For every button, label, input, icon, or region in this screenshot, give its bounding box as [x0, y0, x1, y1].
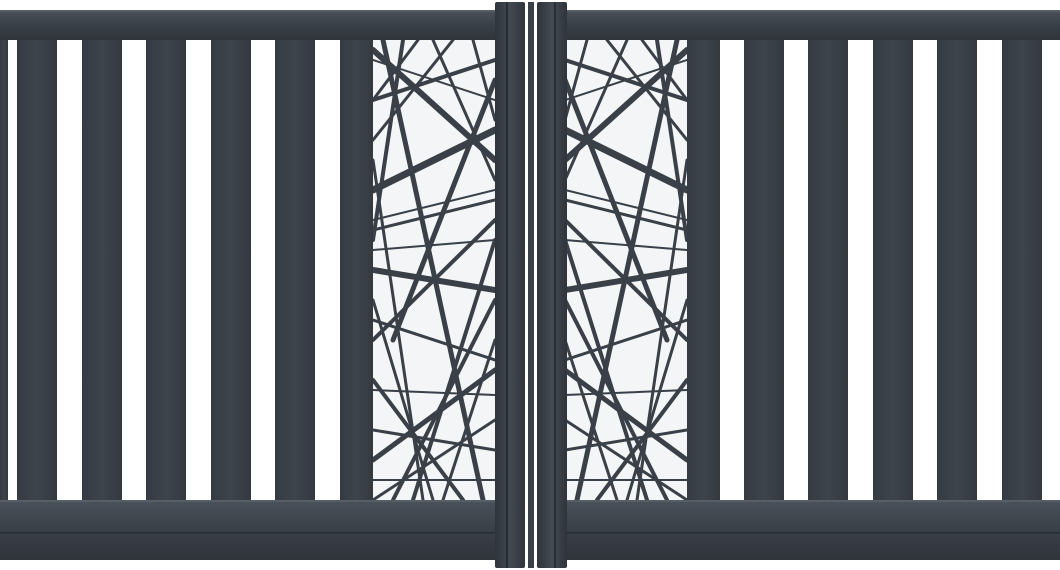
- left-slat: [17, 38, 57, 500]
- center-posts: [495, 2, 567, 568]
- left-slat: [275, 38, 315, 500]
- right-bottom-rail: [563, 500, 1060, 560]
- left-decorative-panel: [373, 40, 495, 500]
- right-slat: [687, 38, 720, 500]
- left-slat: [0, 38, 8, 500]
- gate-scene: [0, 0, 1060, 570]
- left-slat: [146, 38, 186, 500]
- left-slat: [211, 38, 251, 500]
- left-top-rail: [0, 10, 497, 40]
- right-slat: [808, 38, 848, 500]
- left-bottom-rail: [0, 500, 497, 560]
- left-slat: [340, 38, 373, 500]
- right-slat: [744, 38, 784, 500]
- right-slat: [937, 38, 977, 500]
- right-slat: [873, 38, 913, 500]
- left-slat: [82, 38, 122, 500]
- right-top-rail: [563, 10, 1060, 40]
- double-gate: [0, 0, 1060, 570]
- right-slat: [1002, 38, 1042, 500]
- left-center-post: [495, 2, 525, 568]
- right-center-post: [537, 2, 567, 568]
- right-decorative-panel: [565, 40, 687, 500]
